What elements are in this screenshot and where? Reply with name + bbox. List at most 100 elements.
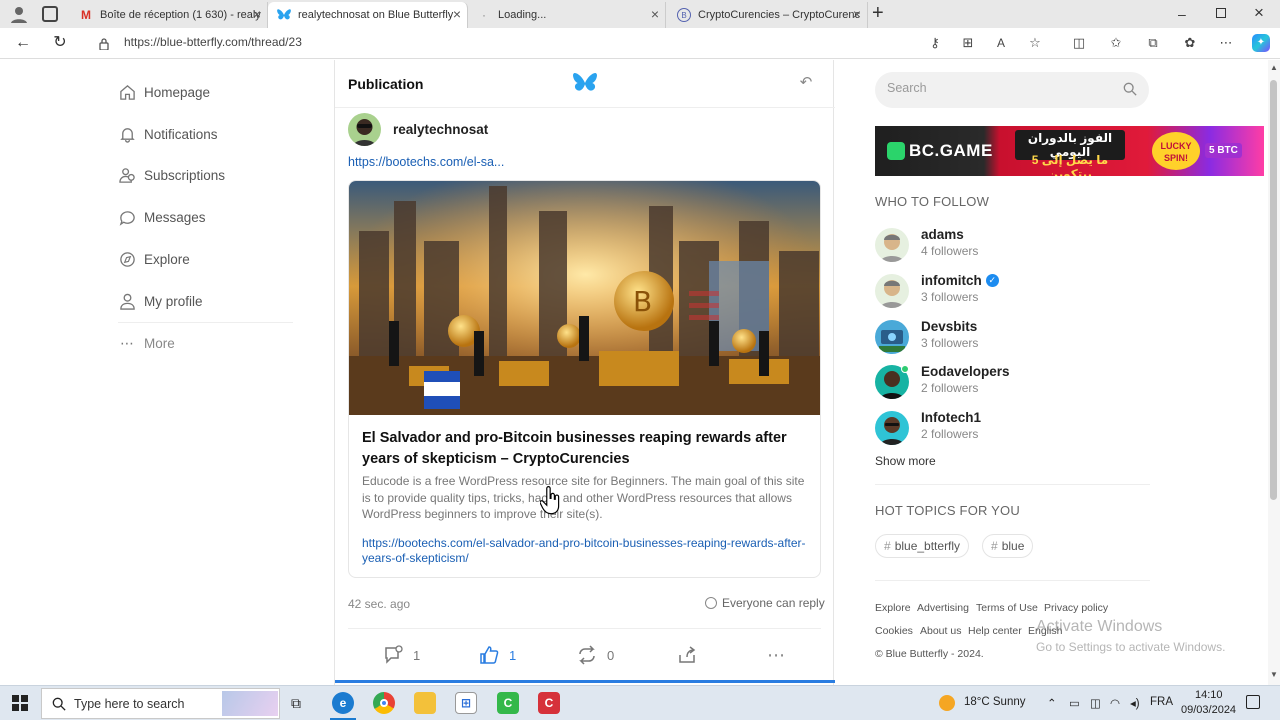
link-preview-title[interactable]: El Salvador and pro-Bitcoin businesses r… — [362, 428, 807, 470]
camtasia-red-icon[interactable]: C — [538, 692, 560, 714]
follow-count: 4 followers — [921, 244, 979, 258]
clock-date[interactable]: 09/03/2024 — [1181, 704, 1236, 716]
sidebar-item-messages[interactable]: Messages — [118, 205, 206, 229]
split-screen-icon[interactable]: ◫ — [1070, 34, 1088, 52]
extensions-icon[interactable]: ✿ — [1181, 34, 1199, 52]
scroll-down-icon[interactable]: ▼ — [1270, 670, 1278, 679]
menu-dots-icon[interactable]: ⋯ — [1217, 34, 1235, 52]
sidebar-item-notifications[interactable]: Notifications — [118, 122, 218, 146]
sidebar-item-homepage[interactable]: Homepage — [118, 80, 210, 104]
link-preview-card[interactable]: B El Salvador and pro-Bitcoin businesses… — [348, 180, 821, 578]
ad-badge-lucky-spin: LUCKY SPIN! — [1152, 132, 1200, 170]
collections-icon[interactable]: ⧉ — [1144, 34, 1162, 52]
favorite-star-icon[interactable]: ☆ — [1026, 34, 1044, 52]
close-icon[interactable]: × — [253, 6, 261, 22]
avatar[interactable] — [348, 113, 381, 146]
file-explorer-icon[interactable] — [414, 692, 436, 714]
window-close-icon[interactable]: × — [1254, 3, 1264, 23]
topic-tag-blue[interactable]: # blue — [982, 534, 1034, 558]
page-scrollbar[interactable]: ▲ ▼ — [1268, 60, 1280, 685]
follow-name: Devsbits — [921, 319, 978, 334]
tab-actions-icon[interactable] — [42, 6, 58, 22]
lock-icon[interactable] — [99, 37, 109, 51]
tab-gmail[interactable]: M Boîte de réception (1 630) - realy × — [70, 2, 268, 28]
clock-time[interactable]: 14:10 — [1195, 689, 1223, 701]
follow-suggestion[interactable]: Eodavelopers 2 followers — [875, 363, 1155, 403]
refresh-button[interactable]: ↻ — [49, 32, 71, 54]
back-button[interactable]: ← — [12, 32, 34, 54]
weather-text[interactable]: 18°C Sunny — [964, 696, 1026, 708]
store-icon[interactable]: ⊞ — [455, 692, 477, 714]
repost-button[interactable]: 0 — [577, 645, 614, 665]
task-view-icon[interactable]: ⧉ — [291, 695, 301, 712]
footer-link-terms[interactable]: Terms of Use — [976, 602, 1038, 614]
reply-visibility[interactable]: Everyone can reply — [705, 596, 825, 610]
edge-icon[interactable]: e — [332, 692, 354, 714]
keyboard-language[interactable]: FRA — [1150, 696, 1173, 708]
post-options-button[interactable]: ⋯ — [767, 645, 785, 666]
footer-link-explore[interactable]: Explore — [875, 602, 911, 614]
url-field[interactable]: https://blue-btterfly.com/thread/23 — [124, 35, 302, 49]
windows-start-icon[interactable] — [12, 695, 28, 711]
follow-suggestion[interactable]: Infotech1 2 followers — [875, 409, 1155, 449]
post-short-link[interactable]: https://bootechs.com/el-sa... — [348, 155, 504, 169]
follow-suggestion[interactable]: Devsbits 3 followers — [875, 318, 1155, 358]
tab-blue-butterfly[interactable]: realytechnosat on Blue Butterfly × — [268, 2, 468, 28]
footer-link-cookies[interactable]: Cookies — [875, 625, 913, 637]
favorites-icon[interactable]: ✩ — [1107, 34, 1125, 52]
tab-cryptocurencies[interactable]: B CryptoCurencies – CryptoCurenc × — [668, 2, 868, 28]
read-aloud-icon[interactable]: A — [992, 34, 1010, 52]
tray-chevron-icon[interactable]: ⌃ — [1047, 696, 1057, 710]
sidebar-item-more[interactable]: ⋯ More — [118, 331, 175, 355]
close-icon[interactable]: × — [651, 6, 659, 22]
scroll-up-icon[interactable]: ▲ — [1270, 63, 1278, 72]
key-icon[interactable]: ⚷ — [926, 34, 944, 52]
search-icon[interactable] — [1123, 82, 1139, 98]
minimize-icon[interactable]: – — [1178, 6, 1186, 22]
follow-count: 3 followers — [921, 336, 979, 350]
link-preview-url[interactable]: https://bootechs.com/el-salvador-and-pro… — [362, 536, 812, 566]
footer-link-privacy[interactable]: Privacy policy — [1044, 602, 1108, 614]
network-icon[interactable]: ◫ — [1090, 696, 1101, 710]
page-title: Publication — [348, 76, 424, 92]
avatar — [875, 411, 909, 445]
footer-link-advertising[interactable]: Advertising — [917, 602, 969, 614]
camtasia-green-icon[interactable]: C — [497, 692, 519, 714]
close-icon[interactable]: × — [853, 6, 861, 22]
footer-link-help[interactable]: Help center — [968, 625, 1022, 637]
post-author-name[interactable]: realytechnosat — [393, 122, 488, 137]
footer-link-about[interactable]: About us — [920, 625, 961, 637]
ad-banner[interactable]: BC.GAME الفوز بالدوران اليومي ما يصل إلى… — [875, 126, 1264, 176]
wifi-icon[interactable]: ◠ — [1110, 696, 1120, 710]
follow-name: infomitch ✓ — [921, 273, 999, 288]
restore-icon[interactable] — [1216, 8, 1226, 18]
right-divider — [875, 484, 1150, 485]
volume-icon[interactable]: ◂) — [1130, 696, 1140, 710]
butterfly-logo-icon[interactable] — [572, 72, 598, 94]
copilot-icon[interactable]: ✦ — [1252, 34, 1270, 52]
taskbar-search[interactable]: Type here to search — [41, 688, 280, 719]
search-input[interactable] — [887, 81, 1107, 95]
topic-tag-blue-btterfly[interactable]: # blue_btterfly — [875, 534, 970, 558]
tab-loading[interactable]: · Loading... × — [468, 2, 666, 28]
profile-icon[interactable] — [10, 5, 28, 23]
show-more-link[interactable]: Show more — [875, 454, 936, 468]
sidebar-item-subscriptions[interactable]: Subscriptions — [118, 163, 225, 187]
close-icon[interactable]: × — [453, 6, 461, 22]
follow-suggestion[interactable]: adams 4 followers — [875, 226, 1155, 266]
sidebar-item-explore[interactable]: Explore — [118, 247, 190, 271]
undo-back-icon[interactable]: ↶ — [797, 74, 815, 92]
comment-button[interactable]: 1 — [383, 645, 420, 665]
new-tab-button[interactable]: + — [872, 2, 884, 25]
apps-icon[interactable]: ⊞ — [959, 34, 977, 52]
sidebar-item-my-profile[interactable]: My profile — [118, 289, 203, 313]
ad-badge-5btc: 5 BTC — [1205, 143, 1242, 158]
follow-suggestion[interactable]: infomitch ✓ 3 followers — [875, 272, 1155, 312]
like-button[interactable]: 1 — [479, 645, 516, 665]
ad-logo-icon — [887, 142, 905, 160]
scroll-thumb[interactable] — [1270, 80, 1277, 500]
chrome-icon[interactable] — [373, 692, 395, 714]
notifications-icon[interactable] — [1246, 695, 1260, 709]
battery-icon[interactable]: ▭ — [1069, 696, 1080, 710]
share-button[interactable] — [677, 645, 707, 665]
